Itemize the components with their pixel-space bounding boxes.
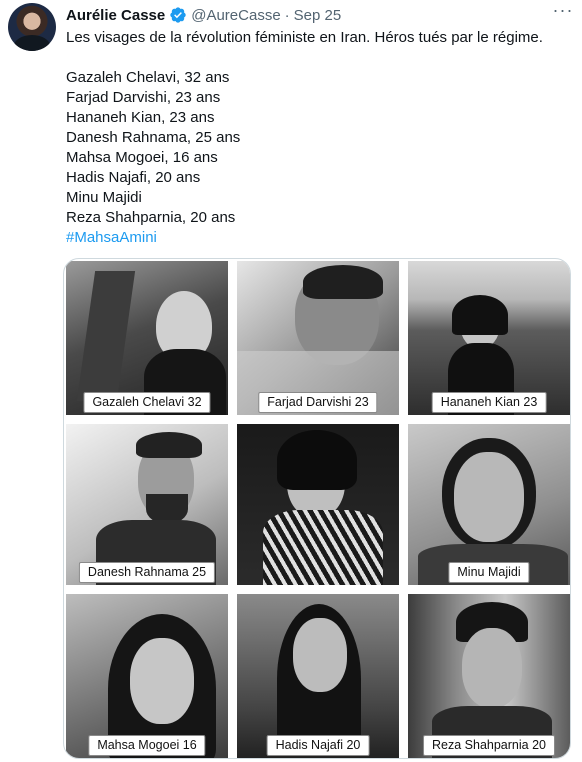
photo-caption: Hadis Najafi 20 [266,735,370,756]
tweet-text-line: Gazaleh Chelavi, 32 ans [66,69,230,86]
photo-caption: Danesh Rahnama 25 [78,562,216,583]
photo-farjad-darvishi[interactable]: Farjad Darvishi 23 [237,261,399,415]
photo-caption: Minu Majidi [448,562,530,583]
photo-hananeh-kian[interactable]: Hananeh Kian 23 [408,261,570,415]
handle[interactable]: @AureCasse [191,7,280,24]
verified-badge-icon [170,7,186,23]
photo-caption: Mahsa Mogoei 16 [88,735,206,756]
tweet-text-line: Farjad Darvishi, 23 ans [66,89,221,106]
tweet-text-line: Danesh Rahnama, 25 ans [66,129,241,146]
hashtag-link[interactable]: #MahsaAmini [66,228,157,248]
avatar[interactable] [8,3,56,51]
tweet[interactable]: Aurélie Casse @AureCasse · Sep 25 ··· Le… [0,0,582,762]
photo-danesh-rahnama[interactable]: Danesh Rahnama 25 [66,424,228,585]
photo-minu-majidi[interactable]: Minu Majidi [408,424,570,585]
photo-grid[interactable]: Gazaleh Chelavi 32 Farjad Darvishi 23 Ha… [63,258,571,759]
more-horizontal-icon[interactable]: ··· [552,1,574,22]
tweet-header: Aurélie Casse @AureCasse · Sep 25 [66,5,341,25]
photo-caption: Reza Shahparnia 20 [423,735,555,756]
tweet-text-line: Minu Majidi [66,189,142,206]
photo-mahsa-amini[interactable] [237,424,399,585]
tweet-text-line: Les visages de la révolution féministe e… [66,29,543,46]
photo-gazaleh-chelavi[interactable]: Gazaleh Chelavi 32 [66,261,228,415]
tweet-text-line: Reza Shahparnia, 20 ans [66,209,236,226]
separator-dot: · [284,6,290,24]
photo-hadis-najafi[interactable]: Hadis Najafi 20 [237,594,399,758]
photo-caption: Farjad Darvishi 23 [258,392,378,413]
tweet-date[interactable]: Sep 25 [294,7,342,24]
photo-reza-shahparnia[interactable]: Reza Shahparnia 20 [408,594,570,758]
tweet-text-line: Hananeh Kian, 23 ans [66,109,215,126]
photo-caption: Gazaleh Chelavi 32 [83,392,211,413]
display-name[interactable]: Aurélie Casse [66,7,165,24]
tweet-text-line: Hadis Najafi, 20 ans [66,169,201,186]
photo-caption: Hananeh Kian 23 [431,392,547,413]
tweet-text-line: Mahsa Mogoei, 16 ans [66,149,218,166]
photo-mahsa-mogoei[interactable]: Mahsa Mogoei 16 [66,594,228,758]
